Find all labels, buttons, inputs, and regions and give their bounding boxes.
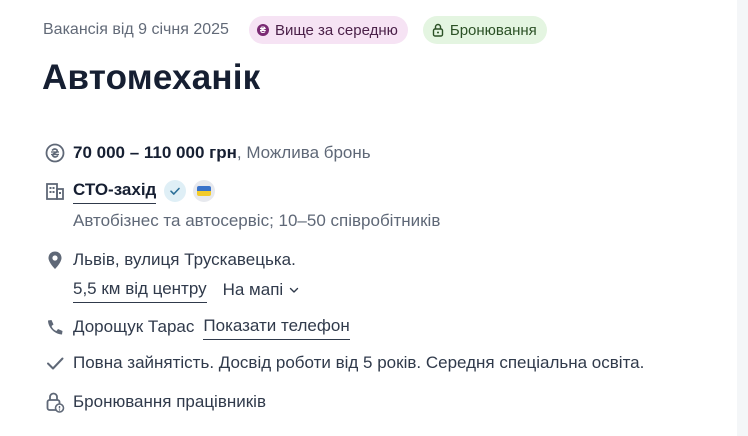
verified-check-icon <box>164 180 187 202</box>
map-pin-icon <box>45 250 65 270</box>
salary-row: 70 000 – 110 000 грн , Можлива бронь <box>45 141 371 165</box>
salary-above-average-badge: ₴ Вище за середню <box>248 16 408 44</box>
salary-note: , Можлива бронь <box>236 143 371 162</box>
reservation-text: Бронювання працівників <box>73 392 266 411</box>
posted-date: Вакансія від 9 січня 2025 <box>43 21 229 38</box>
conditions-row: Повна зайнятість. Досвід роботи від 5 ро… <box>45 351 644 375</box>
page-edge <box>737 0 748 436</box>
check-icon <box>45 353 65 373</box>
vacancy-header: Вакансія від 9 січня 2025 ₴ Вище за сере… <box>43 16 547 44</box>
phone-icon <box>45 317 65 337</box>
hryvnia-icon <box>45 143 65 163</box>
reservation-row: Бронювання працівників <box>45 390 266 414</box>
building-icon <box>45 181 65 201</box>
chevron-down-icon <box>289 287 299 293</box>
hryvnia-badge-icon: ₴ <box>256 24 269 36</box>
reservation-badge: Бронювання <box>422 16 547 44</box>
employment-conditions: Повна зайнятість. Досвід роботи від 5 ро… <box>73 353 645 372</box>
reservation-badge-label: Бронювання <box>449 21 537 39</box>
contact-name: Дорощук Тарас <box>73 317 195 336</box>
ukraine-flag-icon <box>193 180 216 202</box>
on-map-label: На мапі <box>222 280 284 299</box>
lock-badge-icon <box>432 23 444 37</box>
company-link[interactable]: СТО-захід <box>73 178 157 204</box>
company-description: Автобізнес та автосервіс; 10–50 співробі… <box>73 211 441 230</box>
salary-badge-label: Вище за середню <box>274 21 398 39</box>
lock-icon <box>45 392 65 413</box>
distance-from-center-link[interactable]: 5,5 км від центру <box>73 277 207 303</box>
job-title: Автомеханік <box>42 58 261 97</box>
company-row: СТО-захід <box>45 178 216 204</box>
on-map-toggle[interactable]: На мапі <box>223 278 301 302</box>
show-phone-link[interactable]: Показати телефон <box>203 314 350 340</box>
location-address: Львів, вулиця Трускавецька. <box>73 250 296 269</box>
contact-row: Дорощук Тарас Показати телефон <box>45 314 350 340</box>
salary-range: 70 000 – 110 000 грн <box>73 143 237 162</box>
location-row: Львів, вулиця Трускавецька. <box>45 248 296 272</box>
location-links: 5,5 км від центру На мапі <box>73 277 300 303</box>
